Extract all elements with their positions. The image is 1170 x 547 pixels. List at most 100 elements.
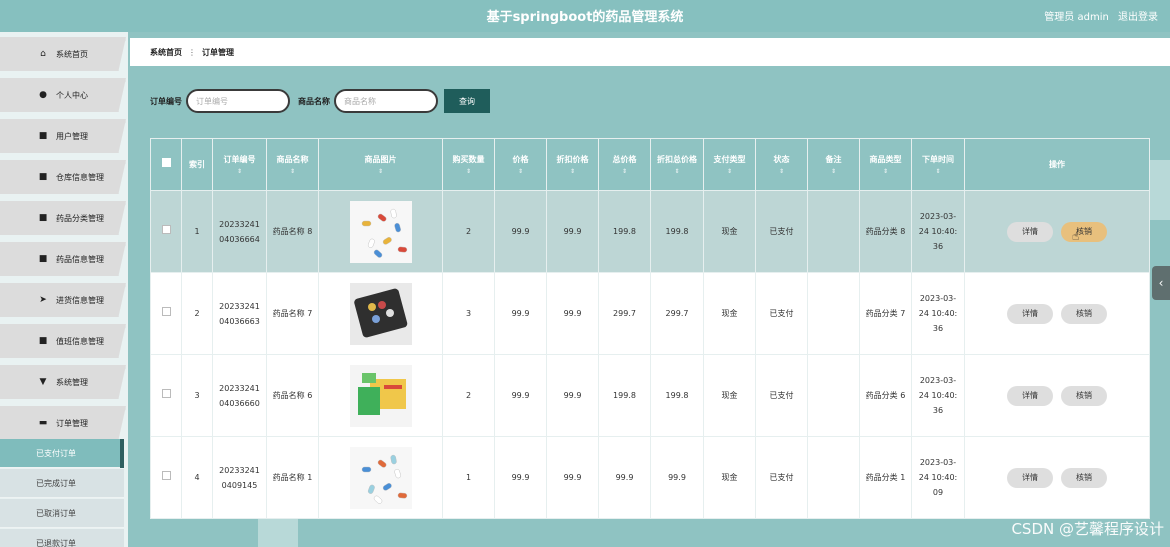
- user-name: 管理员 admin: [1044, 12, 1109, 23]
- sort-icon[interactable]: ⇕: [653, 167, 701, 177]
- sort-icon[interactable]: ⇕: [758, 167, 805, 177]
- column-header-label: 支付类型: [713, 154, 746, 164]
- breadcrumb-home[interactable]: 系统首页: [150, 47, 182, 58]
- sidebar-subitem-1[interactable]: 已完成订单: [0, 469, 124, 498]
- table-row[interactable]: 2 20233241 04036663 药品名称 7 3 99.9 99.9 299.7 29…: [150, 272, 1150, 355]
- actions-cell: 详情 核销: [964, 272, 1150, 355]
- column-header[interactable]: 商品图片 ⇕: [318, 138, 443, 191]
- column-header[interactable]: 索引: [181, 138, 213, 191]
- verify-button[interactable]: 核销: [1061, 221, 1107, 242]
- column-header-label: 订单编号: [223, 154, 256, 164]
- sort-icon[interactable]: ⇕: [269, 167, 316, 177]
- sidebar-item-label: 订单管理: [56, 418, 88, 428]
- column-header[interactable]: 价格 ⇕: [494, 138, 547, 191]
- sidebar-item-9[interactable]: ▬ 订单管理: [0, 406, 126, 440]
- verify-button[interactable]: 核销: [1061, 303, 1107, 324]
- actions-cell: 详情 核销: [964, 354, 1150, 437]
- product-image[interactable]: [349, 446, 412, 509]
- sort-icon[interactable]: ⇕: [810, 167, 857, 177]
- sidebar-item-label: 用户管理: [56, 131, 88, 141]
- row-checkbox[interactable]: [161, 225, 171, 234]
- verify-button[interactable]: 核销: [1061, 385, 1107, 406]
- cell-index: 1: [181, 190, 213, 273]
- column-header[interactable]: 商品类型 ⇕: [859, 138, 912, 191]
- sidebar-item-label: 系统首页: [56, 49, 88, 59]
- select-all-checkbox-cell: [150, 138, 182, 191]
- sidebar-item-2[interactable]: ■ 用户管理: [0, 119, 126, 153]
- chevron-left-icon[interactable]: ‹: [1152, 266, 1170, 300]
- detail-button[interactable]: 详情: [1007, 303, 1053, 324]
- column-header[interactable]: 订单编号 ⇕: [212, 138, 267, 191]
- product-image[interactable]: [349, 282, 412, 345]
- cell-order-no: 20233241 0409145: [212, 436, 267, 519]
- sort-icon[interactable]: ⇕: [549, 167, 596, 177]
- sort-icon[interactable]: ⇕: [445, 167, 492, 177]
- sidebar-subitem-2[interactable]: 已取消订单: [0, 499, 124, 528]
- column-header[interactable]: 支付类型 ⇕: [703, 138, 756, 191]
- sidebar-item-4[interactable]: ■ 药品分类管理: [0, 201, 126, 235]
- sort-icon[interactable]: ⇕: [321, 167, 440, 177]
- detail-button[interactable]: 详情: [1007, 385, 1053, 406]
- cell-order-no: 20233241 04036664: [212, 190, 267, 273]
- sort-icon[interactable]: ⇕: [706, 167, 753, 177]
- cell-qty: 1: [442, 436, 495, 519]
- column-header-label: 商品类型: [869, 154, 902, 164]
- cell-remark: [807, 354, 860, 437]
- column-header[interactable]: 折扣价格 ⇕: [546, 138, 599, 191]
- select-all-checkbox[interactable]: [161, 157, 171, 167]
- search-button[interactable]: 查询: [444, 89, 490, 113]
- column-header: 操作: [964, 138, 1150, 191]
- sidebar-item-label: 个人中心: [56, 90, 88, 100]
- row-checkbox[interactable]: [161, 471, 171, 480]
- sidebar-item-label: 药品分类管理: [56, 213, 104, 223]
- product-name-input[interactable]: [334, 89, 438, 113]
- row-checkbox[interactable]: [161, 307, 171, 316]
- column-header[interactable]: 折扣总价格 ⇕: [650, 138, 704, 191]
- sidebar-item-0[interactable]: ⌂ 系统首页: [0, 37, 126, 71]
- breadcrumb-separator: ⋮: [188, 47, 196, 57]
- column-header[interactable]: 购买数量 ⇕: [442, 138, 495, 191]
- sort-icon[interactable]: ⇕: [601, 167, 648, 177]
- column-header-label: 备注: [825, 154, 842, 164]
- column-header[interactable]: 商品名称 ⇕: [266, 138, 319, 191]
- product-image[interactable]: [349, 200, 412, 263]
- search-bar: 订单编号 商品名称 查询: [150, 89, 490, 113]
- order-no-input[interactable]: [186, 89, 290, 113]
- detail-button[interactable]: 详情: [1007, 467, 1053, 488]
- product-image-cell: [318, 272, 443, 355]
- sort-icon[interactable]: ⇕: [497, 167, 544, 177]
- sidebar-item-8[interactable]: ▼ 系统管理: [0, 365, 126, 399]
- cell-index: 3: [181, 354, 213, 437]
- column-header[interactable]: 状态 ⇕: [755, 138, 808, 191]
- table-row[interactable]: 1 20233241 04036664 药品名称 8 2 99.9 99.9 199.8 19…: [150, 190, 1150, 273]
- sidebar-item-5[interactable]: ■ 药品信息管理: [0, 242, 126, 276]
- sort-icon[interactable]: ⇕: [215, 167, 264, 177]
- sidebar-item-1[interactable]: ● 个人中心: [0, 78, 126, 112]
- table-row[interactable]: 3 20233241 04036660 药品名称 6 2 99.9 99.9 199.8 19…: [150, 354, 1150, 437]
- breadcrumb-current: 订单管理: [202, 47, 234, 57]
- logout-link[interactable]: 退出登录: [1118, 12, 1158, 23]
- home-icon: ⌂: [40, 49, 46, 59]
- column-header[interactable]: 下单时间 ⇕: [911, 138, 965, 191]
- row-checkbox[interactable]: [161, 389, 171, 398]
- sidebar-item-3[interactable]: ■ 仓库信息管理: [0, 160, 126, 194]
- sort-icon[interactable]: ⇕: [862, 167, 909, 177]
- user-manage-icon: ■: [38, 131, 48, 141]
- top-header: 基于springboot的药品管理系统 管理员 admin 退出登录: [0, 0, 1170, 32]
- column-header[interactable]: 总价格 ⇕: [598, 138, 651, 191]
- sort-icon[interactable]: ⇕: [914, 167, 962, 177]
- cell-order-no: 20233241 04036660: [212, 354, 267, 437]
- sidebar-subitem-3[interactable]: 已退款订单: [0, 529, 124, 547]
- cell-total: 199.8: [598, 190, 651, 273]
- table-row[interactable]: 4 20233241 0409145 药品名称 1 1 99.9 99.9 99.9 99.9…: [150, 436, 1150, 519]
- cell-pay-type: 现金: [703, 272, 756, 355]
- verify-button[interactable]: 核销: [1061, 467, 1107, 488]
- cell-category: 药品分类 7: [859, 272, 912, 355]
- detail-button[interactable]: 详情: [1007, 221, 1053, 242]
- sidebar-item-6[interactable]: ➤ 进货信息管理: [0, 283, 126, 317]
- cell-total: 99.9: [598, 436, 651, 519]
- sidebar-item-7[interactable]: ■ 值班信息管理: [0, 324, 126, 358]
- product-image[interactable]: [349, 364, 412, 427]
- column-header[interactable]: 备注 ⇕: [807, 138, 860, 191]
- sidebar-subitem-0[interactable]: 已支付订单: [0, 439, 124, 468]
